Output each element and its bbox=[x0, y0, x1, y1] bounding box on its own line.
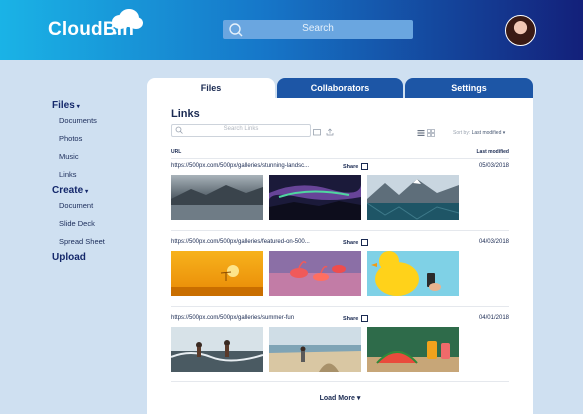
app-header: CloudBin Search bbox=[0, 0, 583, 60]
chevron-down-icon: ▾ bbox=[85, 189, 89, 195]
sidebar-item-document[interactable]: Document bbox=[59, 201, 105, 210]
row-url-link[interactable]: https://500px.com/500px/galleries/stunni… bbox=[171, 163, 309, 169]
sidebar-item-spread-sheet[interactable]: Spread Sheet bbox=[59, 237, 105, 246]
share-icon bbox=[361, 239, 369, 246]
grid-view-icon[interactable] bbox=[427, 129, 435, 137]
row-url-link[interactable]: https://500px.com/500px/galleries/featur… bbox=[171, 239, 310, 245]
links-search-input[interactable]: Search Links bbox=[171, 124, 311, 137]
tab-settings[interactable]: Settings bbox=[405, 78, 533, 98]
sort-dropdown[interactable]: Sort by: Last modified ▾ bbox=[453, 130, 505, 136]
divider bbox=[171, 230, 509, 231]
upload-icon[interactable] bbox=[326, 128, 334, 136]
cloud-logo-icon bbox=[112, 9, 143, 35]
sidebar-files[interactable]: Files ▾ bbox=[52, 100, 105, 111]
misty-lake-photo[interactable] bbox=[171, 175, 263, 220]
divider bbox=[171, 306, 509, 307]
rubber-duck-photo[interactable] bbox=[367, 251, 459, 296]
row-date: 04/01/2018 bbox=[478, 315, 509, 321]
sidebar-item-documents[interactable]: Documents bbox=[59, 116, 105, 125]
row-url-link[interactable]: https://500px.com/500px/galleries/summer… bbox=[171, 315, 294, 321]
list-view-icon[interactable] bbox=[417, 129, 425, 137]
row-date: 05/03/2018 bbox=[478, 163, 509, 169]
avatar[interactable] bbox=[505, 15, 536, 46]
sidebar-item-links[interactable]: Links bbox=[59, 170, 105, 179]
search-input[interactable]: Search bbox=[223, 20, 413, 39]
tab-files[interactable]: Files bbox=[147, 78, 275, 98]
search-placeholder: Search bbox=[302, 23, 334, 34]
share-icon bbox=[361, 315, 369, 322]
watermelon-drinks-photo[interactable] bbox=[367, 327, 459, 372]
divider bbox=[171, 381, 509, 382]
sidebar-item-music[interactable]: Music bbox=[59, 152, 105, 161]
aurora-night-photo[interactable] bbox=[269, 175, 361, 220]
sidebar: Files ▾ Documents Photos Music Links Crea… bbox=[52, 100, 105, 268]
column-last-modified[interactable]: Last modified bbox=[476, 149, 509, 155]
divider bbox=[171, 158, 509, 159]
sidebar-item-slide-deck[interactable]: Slide Deck bbox=[59, 219, 105, 228]
chevron-down-icon: ▾ bbox=[76, 104, 80, 110]
row-date: 04/03/2018 bbox=[478, 239, 509, 245]
beach-dunes-photo[interactable] bbox=[269, 327, 361, 372]
sidebar-item-photos[interactable]: Photos bbox=[59, 134, 105, 143]
column-url: URL bbox=[171, 149, 182, 155]
share-button[interactable]: Share bbox=[343, 239, 369, 246]
beach-splash-photo[interactable] bbox=[171, 327, 263, 372]
share-button[interactable]: Share bbox=[343, 163, 369, 170]
sidebar-upload[interactable]: Upload bbox=[52, 252, 105, 263]
sidebar-create[interactable]: Create ▾ bbox=[52, 185, 105, 196]
mountain-lake-photo[interactable] bbox=[367, 175, 459, 220]
share-icon bbox=[361, 163, 369, 170]
share-button[interactable]: Share bbox=[343, 315, 369, 322]
links-panel: Links Search Links Sort by: Last modifie… bbox=[147, 98, 533, 414]
flamingos-photo[interactable] bbox=[269, 251, 361, 296]
page-title: Links bbox=[171, 108, 200, 120]
load-more-button[interactable]: Load More ▾ bbox=[147, 394, 533, 402]
tab-collaborators[interactable]: Collaborators bbox=[277, 78, 403, 98]
savanna-sunset-photo[interactable] bbox=[171, 251, 263, 296]
folder-icon[interactable] bbox=[313, 128, 321, 136]
tab-bar: Files Collaborators Settings bbox=[147, 78, 533, 98]
links-search-placeholder: Search Links bbox=[223, 126, 259, 132]
